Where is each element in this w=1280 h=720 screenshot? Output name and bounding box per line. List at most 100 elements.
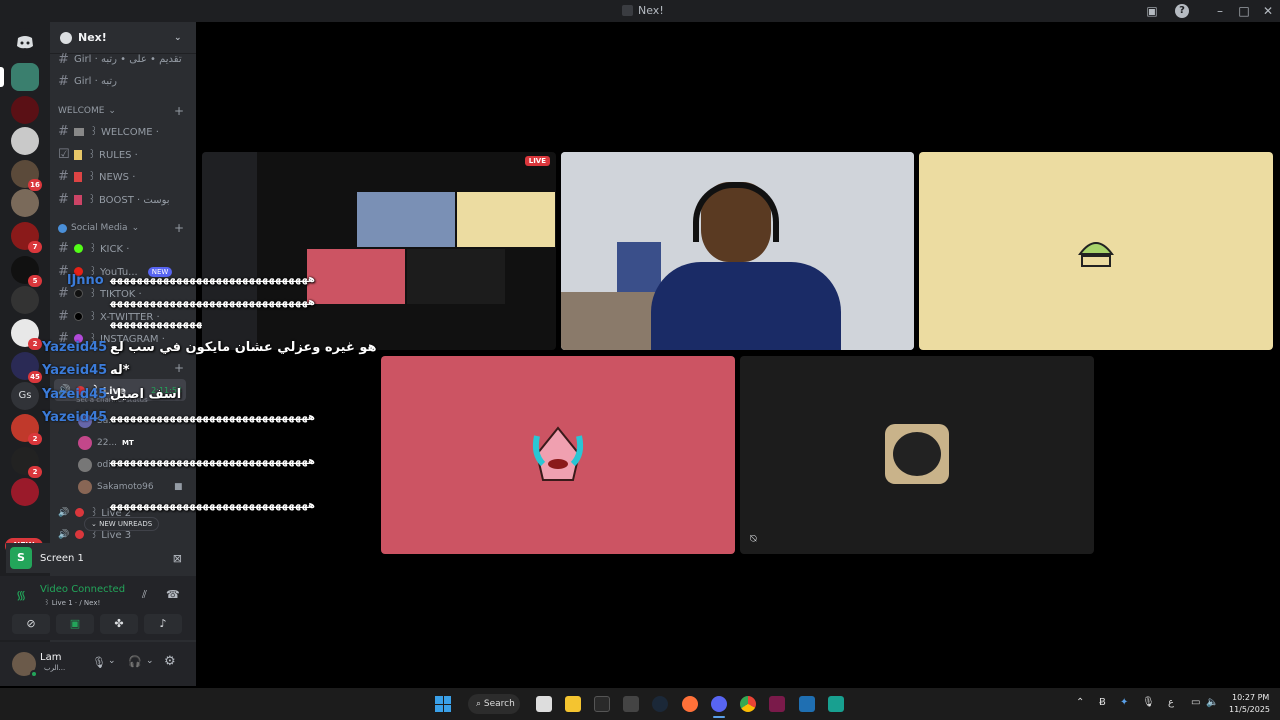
- app-icon[interactable]: [769, 696, 785, 712]
- noise-suppression-icon[interactable]: ⫽: [142, 588, 147, 602]
- close-button[interactable]: ✕: [1261, 4, 1275, 18]
- channel-item[interactable]: # ꒱ WELCOME ·: [58, 124, 159, 139]
- voice-user[interactable]: Sakamoto96 ■: [78, 480, 183, 494]
- tray-icon[interactable]: Ƀ: [1099, 697, 1106, 708]
- chrome-icon[interactable]: [740, 696, 756, 712]
- add-channel-icon[interactable]: +: [174, 104, 184, 118]
- microphone-icon[interactable]: 🎙: [1142, 697, 1155, 708]
- headphones-icon[interactable]: 🎧: [128, 655, 142, 668]
- server-nex-icon[interactable]: [0, 63, 39, 91]
- muted-mic-icon: ⍉: [750, 532, 757, 545]
- channel-item[interactable]: # Girl · رتبه: [58, 74, 117, 89]
- help-icon[interactable]: ?: [1175, 4, 1189, 18]
- live-dot-icon: [75, 530, 85, 539]
- activities-button[interactable]: ✤: [100, 614, 138, 634]
- server-icon[interactable]: [11, 478, 39, 506]
- username[interactable]: Lam: [40, 652, 61, 663]
- chevron-down-icon: ⌄: [108, 106, 116, 116]
- window-title: Nex!: [622, 4, 664, 17]
- clock-time[interactable]: 10:27 PM: [1232, 693, 1269, 702]
- maximize-button[interactable]: □: [1237, 4, 1251, 18]
- steam-icon[interactable]: [652, 696, 668, 712]
- chevron-down-icon[interactable]: ⌄: [108, 656, 116, 666]
- camera-off-button[interactable]: ⊘: [12, 614, 50, 634]
- stop-stream-icon[interactable]: ⊠: [173, 552, 182, 565]
- channel-item[interactable]: # ꒱ BOOST · بوست: [58, 192, 170, 207]
- selected-pip: [0, 67, 4, 87]
- minimize-button[interactable]: –: [1213, 4, 1227, 18]
- stream-tile-webcam[interactable]: [561, 152, 914, 350]
- windows-start-icon[interactable]: [435, 696, 451, 712]
- overlay-wave: ﻫﻬﻬﻬﻬﻬﻬﻬﻬﻬﻬﻬﻬﻬﻬﻬﻬﻬﻬﻬﻬﻬﻬﻬﻬﻬﻬﻬﻬﻬﻬ: [110, 500, 315, 511]
- new-unreads-pill[interactable]: ⌄ NEW UNREADS: [84, 517, 160, 531]
- logo-image: [1076, 234, 1116, 270]
- stream-tile-screen[interactable]: LIVE: [202, 152, 556, 350]
- screen-share-panel: S Screen 1 ⊠: [6, 543, 190, 573]
- stream-tile-avatar[interactable]: [919, 152, 1273, 350]
- category-social[interactable]: Social Media ⌄: [58, 223, 139, 233]
- add-channel-icon[interactable]: +: [174, 361, 184, 375]
- patrick-avatar-image: [529, 424, 587, 484]
- server-icon[interactable]: 5: [11, 256, 42, 287]
- server-icon[interactable]: 2: [11, 319, 42, 350]
- channel-item[interactable]: # ꒱ KICK ·: [58, 241, 129, 256]
- overlay-message: اسف اصيل: [110, 387, 182, 402]
- screen-share-icon[interactable]: ▣: [1145, 4, 1159, 18]
- hash-icon: #: [58, 241, 69, 256]
- server-icon[interactable]: [11, 286, 39, 314]
- channel-item[interactable]: # Girl · تقديم • على • رتبه: [58, 52, 182, 67]
- camera-icon: ■: [174, 482, 183, 492]
- file-explorer-icon[interactable]: [565, 696, 581, 712]
- tray-icon[interactable]: ✦: [1120, 697, 1128, 708]
- stream-tile-avatar[interactable]: [381, 356, 735, 554]
- microphone-icon[interactable]: 🎙: [92, 656, 106, 669]
- settings-gear-icon[interactable]: ⚙: [164, 654, 176, 669]
- app-icon[interactable]: [594, 696, 610, 712]
- chevron-down-icon[interactable]: ⌄: [146, 656, 154, 666]
- add-channel-icon[interactable]: +: [174, 221, 184, 235]
- screen-share-button[interactable]: ▣: [56, 614, 94, 634]
- emoji-icon: [74, 194, 82, 205]
- channel-item[interactable]: # ꒱ NEWS ·: [58, 169, 135, 184]
- server-gs-icon[interactable]: Gs: [11, 382, 39, 410]
- server-icon[interactable]: [11, 127, 39, 155]
- server-icon[interactable]: [11, 189, 39, 217]
- clock-date[interactable]: 11/5/2025: [1229, 705, 1270, 714]
- server-icon[interactable]: 2: [11, 447, 42, 478]
- title-bar: Nex! ▣ ? – □ ✕: [0, 0, 1280, 22]
- firefox-icon[interactable]: [682, 696, 698, 712]
- app-icon[interactable]: [828, 696, 844, 712]
- signal-icon[interactable]: ᯾: [16, 586, 26, 603]
- stream-tile-avatar[interactable]: ⍉: [740, 356, 1094, 554]
- language-indicator[interactable]: ع: [1168, 697, 1174, 708]
- volume-icon[interactable]: 🔈: [1206, 697, 1218, 708]
- network-icon[interactable]: ▭: [1191, 697, 1200, 708]
- server-icon[interactable]: 16: [11, 160, 42, 191]
- voice-status[interactable]: Video Connected: [40, 584, 125, 595]
- soundboard-button[interactable]: ♪: [144, 614, 182, 634]
- category-welcome[interactable]: WELCOME ⌄: [58, 106, 116, 116]
- server-icon[interactable]: 2: [11, 414, 42, 445]
- store-icon[interactable]: [536, 696, 552, 712]
- taskbar-search[interactable]: ⌕ Search: [468, 694, 520, 714]
- disconnect-icon[interactable]: ☎: [166, 588, 180, 601]
- user-status[interactable]: الرب...: [44, 664, 65, 672]
- app-icon[interactable]: [623, 696, 639, 712]
- chevron-down-icon: ⌄: [174, 32, 182, 43]
- overlay-author: lJnno: [67, 273, 104, 288]
- server-icon[interactable]: 7: [11, 222, 42, 253]
- app-icon[interactable]: [799, 696, 815, 712]
- overlay-wave: ﻫﻬﻬﻬﻬﻬﻬﻬﻬﻬﻬﻬﻬﻬﻬﻬﻬﻬﻬﻬﻬﻬﻬﻬﻬﻬﻬﻬﻬﻬﻬ: [110, 456, 315, 467]
- discord-home-icon[interactable]: [11, 28, 39, 56]
- chevron-up-icon[interactable]: ⌃: [1076, 697, 1084, 708]
- server-icon[interactable]: [11, 96, 39, 124]
- voice-channel-label[interactable]: ꒱ Live 1 · / Nex!: [44, 597, 100, 607]
- overlay-author: Yazeid45: [42, 340, 108, 355]
- channel-item[interactable]: ☑ ꒱ RULES ·: [58, 147, 138, 162]
- voice-user[interactable]: 22... MT: [78, 436, 134, 450]
- hash-icon: #: [58, 52, 69, 67]
- guild-header[interactable]: Nex! ⌄: [50, 22, 196, 54]
- server-icon[interactable]: 45: [11, 352, 42, 383]
- discord-icon[interactable]: [711, 696, 727, 712]
- user-panel: Lam الرب... 🎙 ⌄ 🎧 ⌄ ⚙: [0, 642, 196, 686]
